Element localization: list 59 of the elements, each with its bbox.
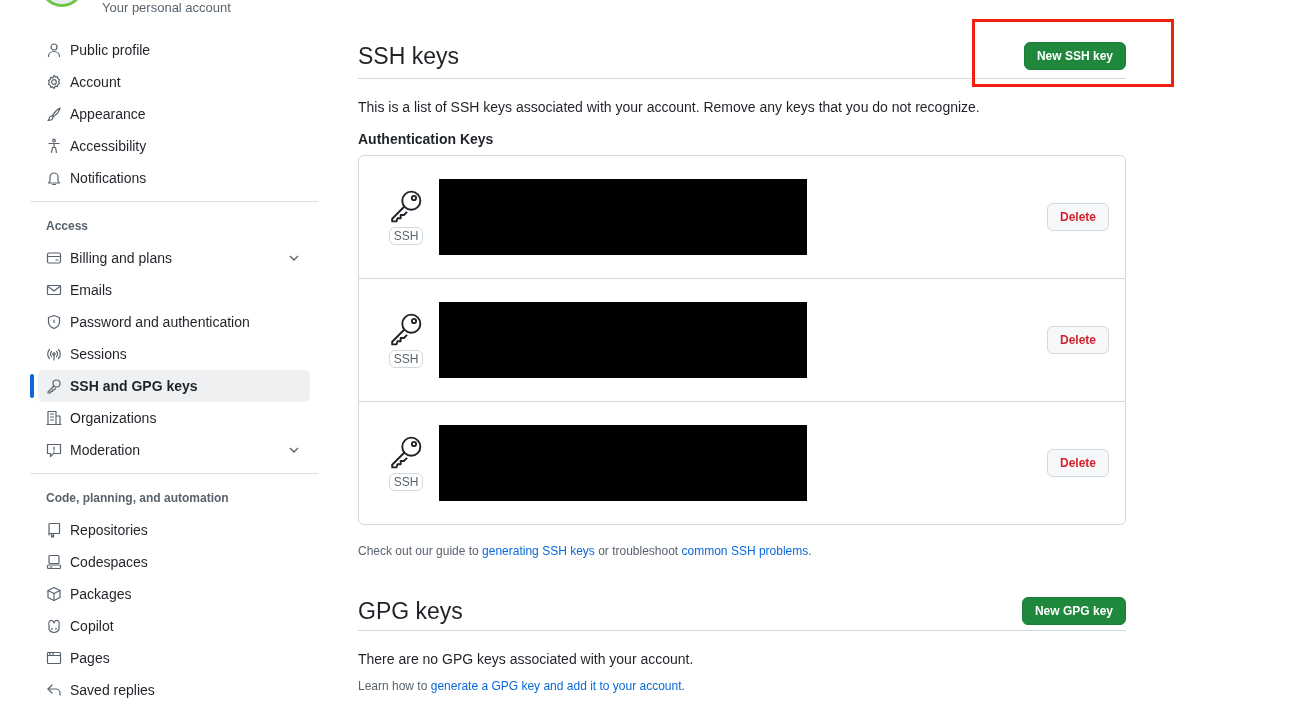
delete-button[interactable]: Delete — [1046, 326, 1109, 354]
sidebar-item[interactable]: Password and authentication — [38, 306, 310, 338]
person-icon — [46, 42, 62, 58]
sidebar-item[interactable]: Emails — [38, 274, 310, 306]
section-title: GPG keys — [358, 597, 463, 625]
reply-arrow-icon — [46, 682, 62, 698]
help-text: Check out our guide to generating SSH keys or troubleshoot common SSH problems. — [358, 543, 813, 560]
computer-icon — [46, 554, 62, 570]
sidebar-item[interactable]: Packages — [38, 578, 310, 610]
sidebar-item[interactable]: Copilot — [38, 610, 310, 642]
sidebar-item[interactable]: Public profile — [38, 34, 310, 66]
repository-icon — [46, 522, 62, 538]
key-type-label: SSH — [388, 350, 424, 368]
building-icon — [46, 410, 62, 426]
section-heading: Access — [45, 218, 90, 235]
account-subtitle: Your personal account — [102, 0, 231, 15]
sidebar-item[interactable]: Saved replies — [38, 674, 310, 706]
key-type-label: SSH — [388, 473, 424, 491]
selection-indicator — [30, 374, 34, 398]
broadcast-icon — [46, 346, 62, 362]
sidebar-item[interactable]: Accessibility — [38, 130, 310, 162]
paintbrush-icon — [46, 106, 62, 122]
delete-button[interactable]: Delete — [1046, 203, 1109, 231]
section-title: SSH keys — [358, 42, 459, 70]
speech-bubble-icon — [46, 442, 62, 458]
credit-card-icon — [46, 250, 62, 266]
shield-icon — [46, 314, 62, 330]
key-icon — [46, 378, 62, 394]
help-link[interactable]: generating SSH keys — [482, 544, 595, 558]
sidebar-item[interactable]: Account — [38, 66, 310, 98]
sidebar-item[interactable]: Organizations — [38, 402, 310, 434]
envelope-icon — [46, 282, 62, 298]
description-text: This is a list of SSH keys associated with your account. Remove any keys that you do not recognize. — [358, 98, 981, 117]
package-icon — [46, 586, 62, 602]
key-icon — [389, 435, 423, 469]
key-icon — [389, 189, 423, 223]
delete-button[interactable]: Delete — [1046, 449, 1109, 477]
description-text: There are no GPG keys associated with your account. — [358, 650, 695, 669]
section-heading: Code, planning, and automation — [45, 490, 230, 507]
sidebar-item[interactable]: Pages — [38, 642, 310, 674]
help-text: Learn how to generate a GPG key and add it to your account. — [358, 678, 686, 695]
key-type-label: SSH — [388, 227, 424, 245]
sidebar-item[interactable]: Appearance — [38, 98, 310, 130]
sidebar-item[interactable]: Codespaces — [38, 546, 310, 578]
browser-window-icon — [46, 650, 62, 666]
gear-icon — [46, 74, 62, 90]
new-ssh-key-button[interactable]: New SSH key — [1023, 42, 1126, 70]
sidebar-item[interactable]: Moderation — [38, 434, 310, 466]
sidebar-item[interactable]: Notifications — [38, 162, 310, 194]
help-link[interactable]: generate a GPG key and add it to your account — [430, 679, 682, 693]
subsection-heading: Authentication Keys — [358, 130, 495, 149]
accessibility-icon — [46, 138, 62, 154]
copilot-icon — [46, 618, 62, 634]
sidebar-item[interactable]: Billing and plans — [38, 242, 310, 274]
sidebar-item[interactable]: Repositories — [38, 514, 310, 546]
bell-icon — [46, 170, 62, 186]
new-gpg-key-button[interactable]: New GPG key — [1021, 597, 1126, 625]
key-icon — [389, 312, 423, 346]
sidebar-item[interactable]: Sessions — [38, 338, 310, 370]
